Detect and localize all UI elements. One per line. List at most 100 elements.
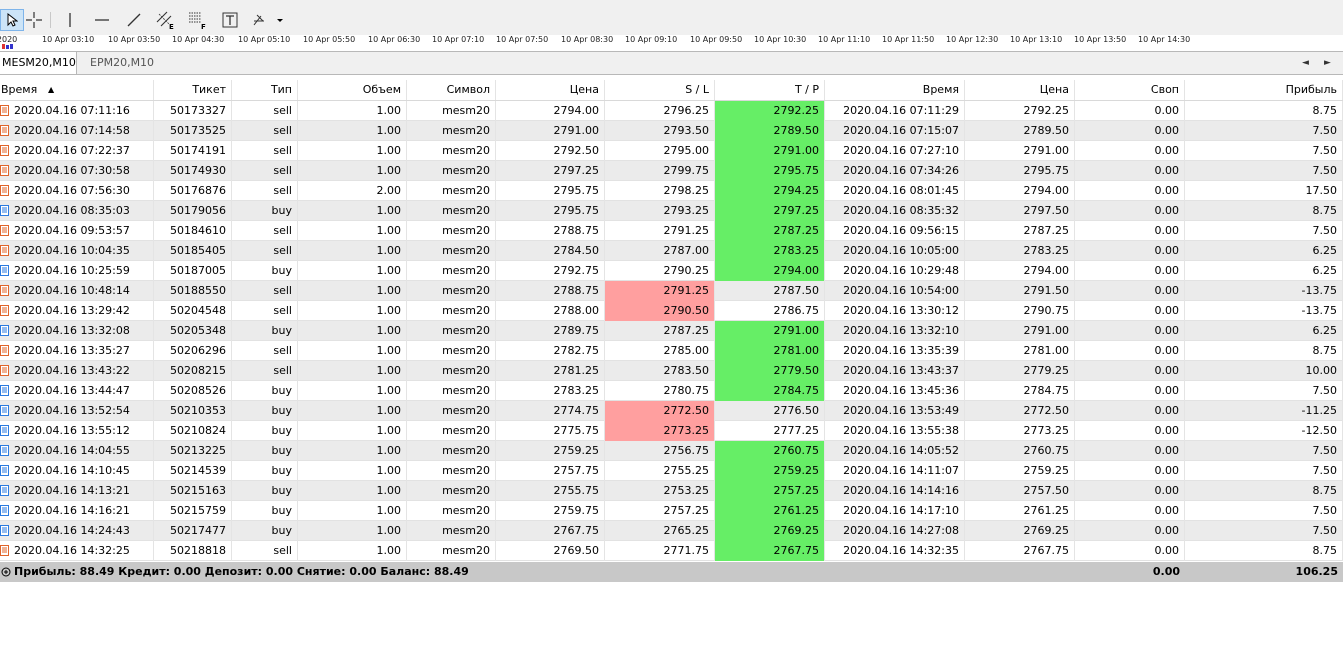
cell-ticket: 50179056 [154,201,232,221]
time-tick: 10 Apr 10:30 [754,35,807,44]
table-row[interactable]: 2020.04.16 13:52:54 50210353 buy 1.00 mesm20… [0,401,1343,421]
column-header-open-time[interactable]: Время ▲ [0,80,154,100]
cell-profit: 7.50 [1185,121,1343,141]
cell-open-price: 2757.75 [496,461,605,481]
vertical-line-button[interactable] [58,9,82,31]
column-header-stop-loss[interactable]: S / L [605,80,715,100]
table-row[interactable]: 2020.04.16 07:11:16 50173327 sell 1.00 mesm2… [0,101,1343,121]
cell-open-time: 2020.04.16 14:13:21 [0,481,154,501]
cursor-tool-button[interactable] [0,9,24,31]
open-time-text: 2020.04.16 10:25:59 [14,264,130,277]
cell-swap: 0.00 [1075,161,1185,181]
sell-order-icon [0,185,9,196]
table-row[interactable]: 2020.04.16 13:44:47 50208526 buy 1.00 mesm20… [0,381,1343,401]
text-tool-button[interactable] [218,9,242,31]
column-header-swap[interactable]: Своп [1075,80,1185,100]
table-row[interactable]: 2020.04.16 14:10:45 50214539 buy 1.00 mesm20… [0,461,1343,481]
cell-type: sell [232,361,298,381]
cell-ticket: 50173327 [154,101,232,121]
vertical-line-icon [69,13,71,27]
cell-take-profit: 2783.25 [715,241,825,261]
cell-symbol: mesm20 [407,261,496,281]
open-time-text: 2020.04.16 14:24:43 [14,524,130,537]
cell-swap: 0.00 [1075,201,1185,221]
table-row[interactable]: 2020.04.16 14:13:21 50215163 buy 1.00 mesm20… [0,481,1343,501]
cell-symbol: mesm20 [407,361,496,381]
cell-volume: 1.00 [298,401,407,421]
cell-swap: 0.00 [1075,181,1185,201]
table-row[interactable]: 2020.04.16 07:22:37 50174191 sell 1.00 mesm2… [0,141,1343,161]
column-header-profit[interactable]: Прибыль [1185,80,1343,100]
trendline-button[interactable] [122,9,146,31]
table-row[interactable]: 2020.04.16 14:04:55 50213225 buy 1.00 mesm20… [0,441,1343,461]
tab-epm20-m10[interactable]: EPM20,M10 [84,52,160,74]
cell-profit: 7.50 [1185,521,1343,541]
cell-profit: -13.75 [1185,301,1343,321]
column-header-close-time[interactable]: Время [825,80,965,100]
open-time-text: 2020.04.16 10:04:35 [14,244,130,257]
fibonacci-button[interactable]: F [186,9,210,31]
sell-order-icon [0,365,9,376]
table-row[interactable]: 2020.04.16 13:43:22 50208215 sell 1.00 mesm2… [0,361,1343,381]
cell-profit: 7.50 [1185,161,1343,181]
table-row[interactable]: 2020.04.16 09:53:57 50184610 sell 1.00 mesm2… [0,221,1343,241]
table-row[interactable]: 2020.04.16 07:14:58 50173525 sell 1.00 mesm2… [0,121,1343,141]
tab-scroll-right-icon[interactable]: ► [1324,52,1331,74]
cell-take-profit: 2789.50 [715,121,825,141]
table-row[interactable]: 2020.04.16 07:30:58 50174930 sell 1.00 mesm2… [0,161,1343,181]
column-header-take-profit[interactable]: T / P [715,80,825,100]
column-header-volume[interactable]: Объем [298,80,407,100]
table-row[interactable]: 2020.04.16 13:55:12 50210824 buy 1.00 mesm20… [0,421,1343,441]
cell-close-price: 2784.75 [965,381,1075,401]
column-header-open-price[interactable]: Цена [496,80,605,100]
open-time-text: 2020.04.16 07:14:58 [14,124,130,137]
open-time-text: 2020.04.16 07:22:37 [14,144,130,157]
cell-take-profit: 2761.25 [715,501,825,521]
cell-swap: 0.00 [1075,461,1185,481]
table-row[interactable]: 2020.04.16 10:25:59 50187005 buy 1.00 mesm20… [0,261,1343,281]
cell-symbol: mesm20 [407,461,496,481]
horizontal-line-button[interactable] [90,9,114,31]
cell-open-price: 2781.25 [496,361,605,381]
table-row[interactable]: 2020.04.16 07:56:30 50176876 sell 2.00 mesm2… [0,181,1343,201]
cell-open-time: 2020.04.16 13:52:54 [0,401,154,421]
table-row[interactable]: 2020.04.16 08:35:03 50179056 buy 1.00 mesm20… [0,201,1343,221]
table-row[interactable]: 2020.04.16 13:29:42 50204548 sell 1.00 mesm2… [0,301,1343,321]
table-row[interactable]: 2020.04.16 10:48:14 50188550 sell 1.00 mesm2… [0,281,1343,301]
cell-close-time: 2020.04.16 13:43:37 [825,361,965,381]
cell-ticket: 50176876 [154,181,232,201]
cell-close-price: 2773.25 [965,421,1075,441]
table-row[interactable]: 2020.04.16 10:04:35 50185405 sell 1.00 mesm2… [0,241,1343,261]
cell-ticket: 50214539 [154,461,232,481]
column-header-type[interactable]: Тип [232,80,298,100]
cell-symbol: mesm20 [407,501,496,521]
column-header-symbol[interactable]: Символ [407,80,496,100]
cell-type: buy [232,461,298,481]
column-header-ticket[interactable]: Тикет [154,80,232,100]
table-row[interactable]: 2020.04.16 13:35:27 50206296 sell 1.00 mesm2… [0,341,1343,361]
cell-volume: 1.00 [298,541,407,561]
table-row[interactable]: 2020.04.16 14:32:25 50218818 sell 1.00 mesm2… [0,541,1343,561]
cell-open-time: 2020.04.16 14:32:25 [0,541,154,561]
cell-volume: 1.00 [298,161,407,181]
summary-plus-icon [1,567,11,577]
cell-profit: 6.25 [1185,261,1343,281]
cell-symbol: mesm20 [407,201,496,221]
table-row[interactable]: 2020.04.16 14:24:43 50217477 buy 1.00 mesm20… [0,521,1343,541]
table-row[interactable]: 2020.04.16 13:32:08 50205348 buy 1.00 mesm20… [0,321,1343,341]
open-time-text: 2020.04.16 13:29:42 [14,304,130,317]
crosshair-tool-button[interactable] [22,9,46,31]
crosshair-icon [26,12,42,28]
cell-ticket: 50174930 [154,161,232,181]
equidistant-channel-button[interactable]: E [154,9,178,31]
table-row[interactable]: 2020.04.16 14:16:21 50215759 buy 1.00 mesm20… [0,501,1343,521]
cell-take-profit: 2794.00 [715,261,825,281]
shapes-dropdown-button[interactable] [250,9,286,31]
buy-order-icon [0,325,9,336]
cell-ticket: 50173525 [154,121,232,141]
tab-scroll-left-icon[interactable]: ◄ [1302,52,1309,74]
cell-take-profit: 2784.75 [715,381,825,401]
column-header-close-price[interactable]: Цена [965,80,1075,100]
tab-mesm20-m10[interactable]: MESM20,M10 [0,52,77,74]
cell-stop-loss: 2772.50 [605,401,715,421]
